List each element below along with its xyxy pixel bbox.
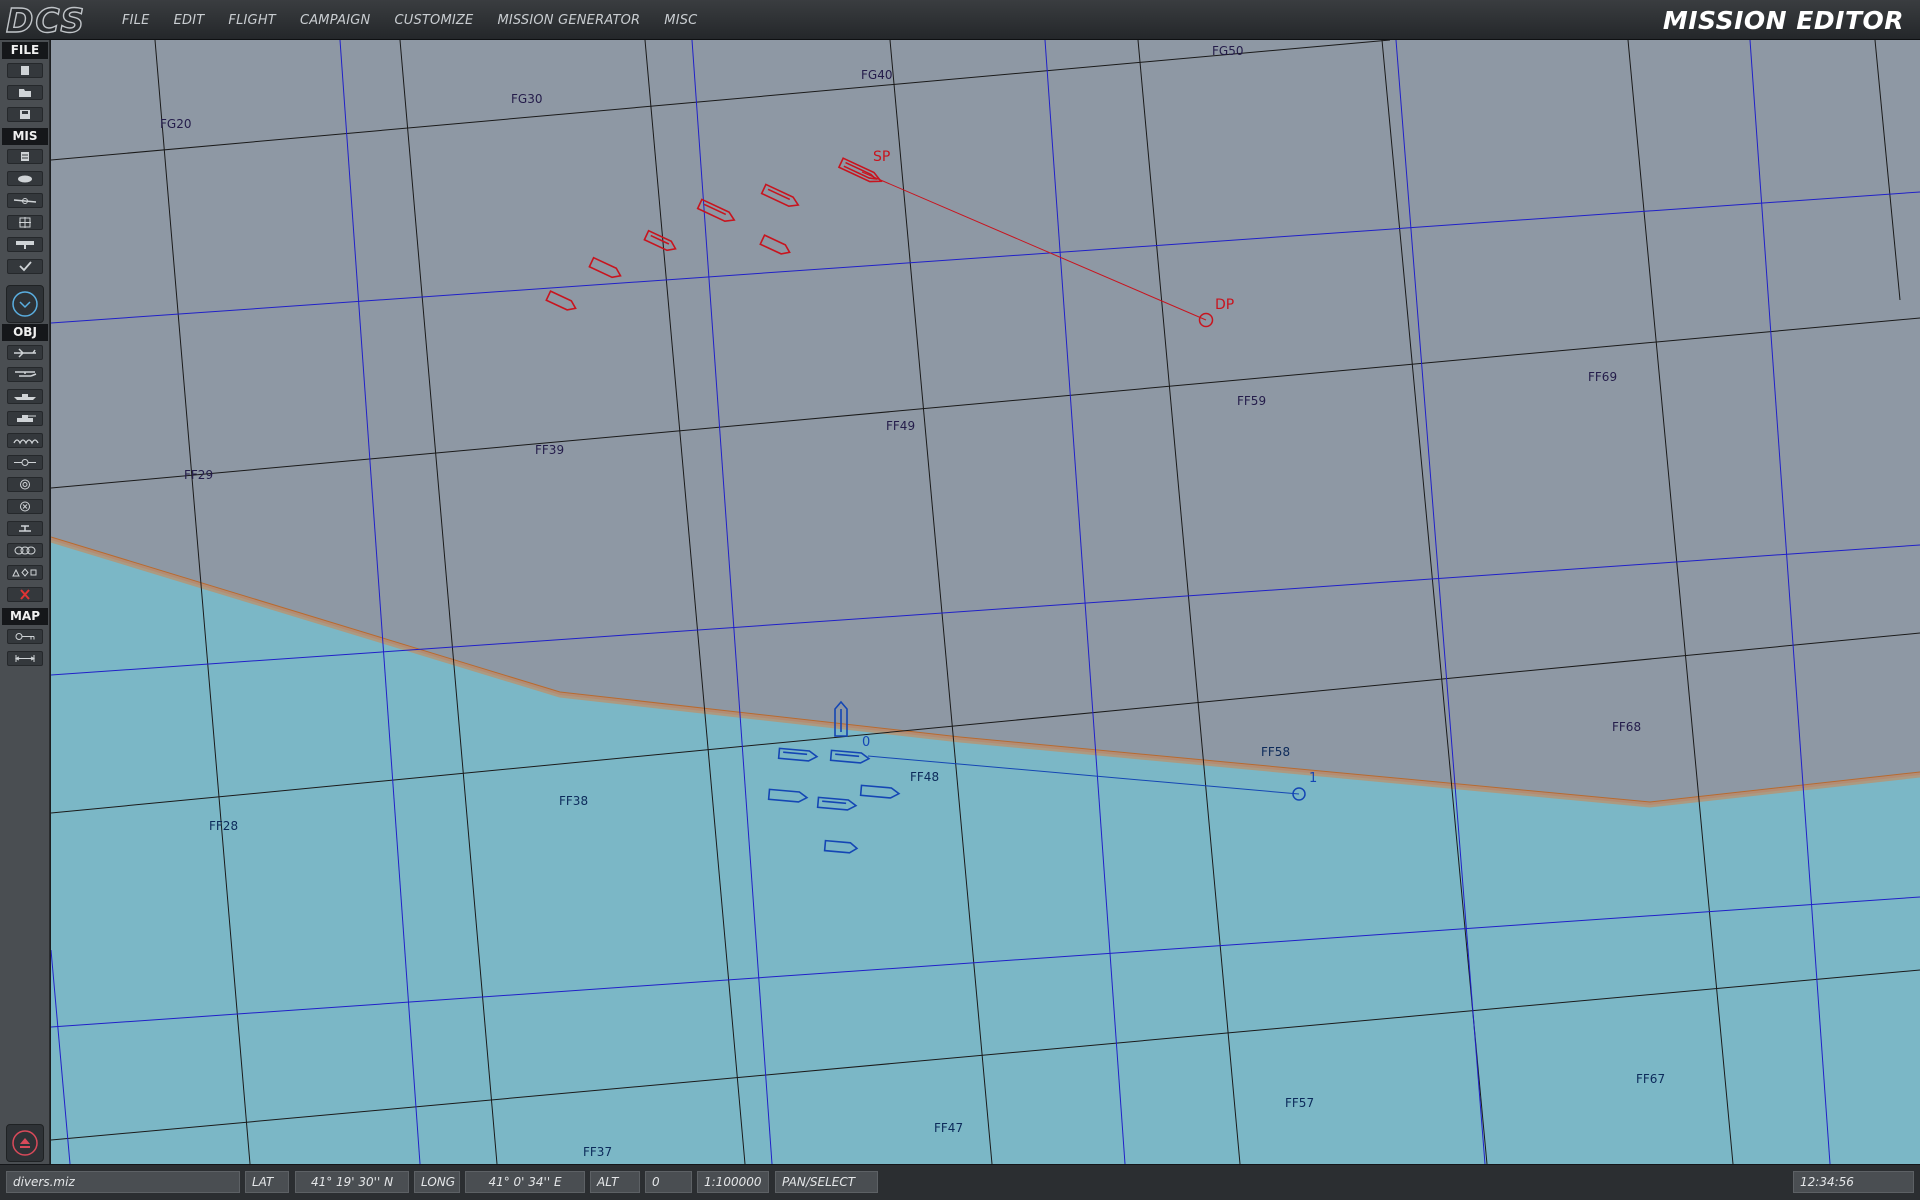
map-view[interactable]: FG20 FG30 FG40 FG50 FF29 FF39 FF49 FF59 … bbox=[51, 40, 1920, 1164]
app-title: MISSION EDITOR bbox=[1662, 6, 1904, 35]
target-icon[interactable] bbox=[7, 215, 43, 230]
section-header-mis: MIS bbox=[2, 128, 48, 145]
clock-field: 12:34:56 bbox=[1793, 1171, 1914, 1193]
delete-icon[interactable] bbox=[7, 587, 43, 602]
filename-field: divers.miz bbox=[6, 1171, 240, 1193]
grid-label: FF39 bbox=[535, 443, 564, 457]
vehicle-icon[interactable] bbox=[7, 411, 43, 426]
zoom-circle-icon[interactable] bbox=[6, 285, 44, 323]
key-icon[interactable] bbox=[7, 629, 43, 644]
scale-field: 1:100000 bbox=[697, 1171, 769, 1193]
grid-label: FF57 bbox=[1285, 1096, 1314, 1110]
lat-label: LAT bbox=[245, 1171, 289, 1193]
svg-text:DCS: DCS bbox=[6, 2, 86, 38]
grid-label: FF69 bbox=[1588, 370, 1617, 384]
menu-misc[interactable]: MISC bbox=[664, 13, 697, 28]
lat-value: 41° 19' 30'' N bbox=[295, 1171, 409, 1193]
grid-label: FF59 bbox=[1237, 394, 1266, 408]
long-label: LONG bbox=[414, 1171, 460, 1193]
flag-icon[interactable] bbox=[7, 237, 43, 252]
section-header-file: FILE bbox=[2, 42, 48, 59]
grid-label: FF28 bbox=[209, 819, 238, 833]
top-menu-bar: DCS FILE EDIT FLIGHT CAMPAIGN CUSTOMIZE … bbox=[0, 0, 1920, 40]
open-folder-icon[interactable] bbox=[7, 85, 43, 100]
blue-waypoint-0-label: 0 bbox=[862, 735, 870, 750]
menu-campaign[interactable]: CAMPAIGN bbox=[300, 13, 371, 28]
group-icon[interactable] bbox=[7, 433, 43, 448]
zone-icon[interactable] bbox=[7, 499, 43, 514]
dcs-logo: DCS bbox=[5, 2, 86, 38]
trigger-icon[interactable] bbox=[7, 193, 43, 208]
grid-label: FF38 bbox=[559, 794, 588, 808]
grid-label: FF58 bbox=[1261, 745, 1290, 759]
grid-label: FF68 bbox=[1612, 720, 1641, 734]
ship-icon[interactable] bbox=[7, 389, 43, 404]
grid-label: FG20 bbox=[160, 117, 191, 131]
grid-label: FF48 bbox=[910, 770, 939, 784]
menu-flight[interactable]: FLIGHT bbox=[228, 13, 276, 28]
shapes-icon[interactable] bbox=[7, 565, 43, 580]
new-file-icon[interactable] bbox=[7, 63, 43, 78]
section-header-map: MAP bbox=[2, 608, 48, 625]
bridge-icon[interactable] bbox=[7, 543, 43, 558]
red-waypoint-sp-label: SP bbox=[873, 149, 890, 165]
status-bar: divers.miz LAT 41° 19' 30'' N LONG 41° 0… bbox=[0, 1164, 1920, 1200]
weather-icon[interactable] bbox=[7, 171, 43, 186]
eject-icon[interactable] bbox=[6, 1124, 44, 1162]
grid-label: FF37 bbox=[583, 1145, 612, 1159]
main-menu: FILE EDIT FLIGHT CAMPAIGN CUSTOMIZE MISS… bbox=[122, 0, 721, 40]
blue-waypoint-1-label: 1 bbox=[1309, 771, 1317, 786]
map-canvas[interactable]: FG20 FG30 FG40 FG50 FF29 FF39 FF49 FF59 … bbox=[51, 40, 1920, 1164]
grid-label: FF49 bbox=[886, 419, 915, 433]
grid-label: FG50 bbox=[1212, 44, 1243, 58]
helicopter-icon[interactable] bbox=[7, 367, 43, 382]
grid-label: FF67 bbox=[1636, 1072, 1665, 1086]
grid-label: FG30 bbox=[511, 92, 542, 106]
section-header-obj: OBJ bbox=[2, 324, 48, 341]
mode-field: PAN/SELECT bbox=[775, 1171, 878, 1193]
template-icon[interactable] bbox=[7, 521, 43, 536]
waypoint-icon[interactable] bbox=[7, 455, 43, 470]
menu-file[interactable]: FILE bbox=[122, 13, 150, 28]
ruler-icon[interactable] bbox=[7, 651, 43, 666]
menu-mission-generator[interactable]: MISSION GENERATOR bbox=[497, 13, 640, 28]
alt-value: 0 bbox=[645, 1171, 692, 1193]
menu-edit[interactable]: EDIT bbox=[174, 13, 205, 28]
grid-label: FG40 bbox=[861, 68, 892, 82]
alt-label: ALT bbox=[590, 1171, 640, 1193]
red-waypoint-dp-label: DP bbox=[1215, 297, 1234, 313]
plane-icon[interactable] bbox=[7, 345, 43, 360]
briefing-icon[interactable] bbox=[7, 149, 43, 164]
grid-label: FF29 bbox=[184, 468, 213, 482]
menu-customize[interactable]: CUSTOMIZE bbox=[394, 13, 473, 28]
check-icon[interactable] bbox=[7, 259, 43, 274]
long-value: 41° 0' 34'' E bbox=[465, 1171, 585, 1193]
static-object-icon[interactable] bbox=[7, 477, 43, 492]
left-toolbar: FILE MIS OBJ MAP bbox=[0, 40, 50, 1164]
grid-label: FF47 bbox=[934, 1121, 963, 1135]
save-disk-icon[interactable] bbox=[7, 107, 43, 122]
